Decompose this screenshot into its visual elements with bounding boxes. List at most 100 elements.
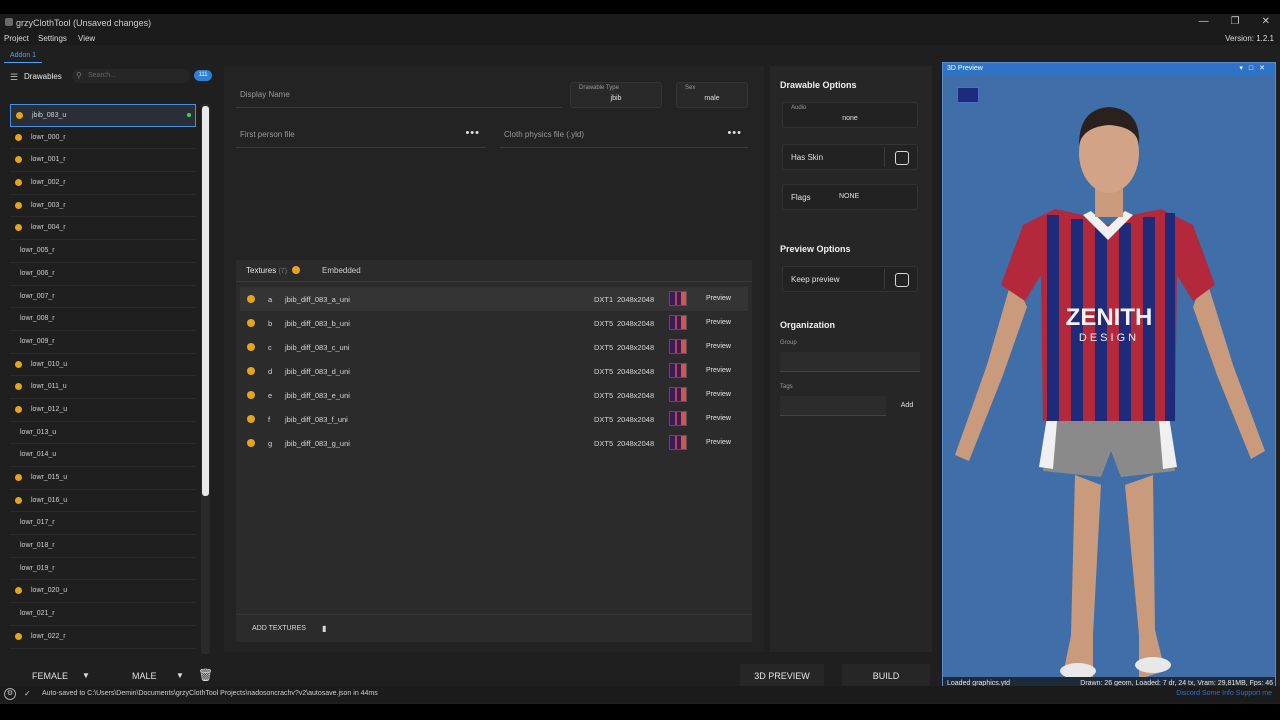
list-item[interactable]: lowr_013_u: [10, 422, 196, 445]
warning-icon: [15, 496, 22, 504]
trash-icon[interactable]: 🗑: [198, 668, 213, 682]
list-item[interactable]: lowr_017_r: [10, 512, 196, 536]
list-item[interactable]: lowr_016_u: [10, 490, 196, 513]
minimize-icon[interactable]: —: [1199, 16, 1209, 27]
drawable-type-select[interactable]: Drawable Type jbib: [570, 82, 662, 108]
preview-window-buttons[interactable]: ▾□✕: [1239, 64, 1271, 72]
audio-value: none: [842, 115, 858, 122]
group-input[interactable]: [780, 352, 920, 372]
first-person-field[interactable]: First person file •••: [236, 122, 486, 148]
list-item[interactable]: lowr_022_r: [10, 626, 196, 649]
scrollbar-thumb[interactable]: [202, 106, 209, 496]
has-skin-toggle[interactable]: Has Skin: [782, 144, 918, 170]
preview-button[interactable]: Preview: [706, 439, 731, 446]
list-item[interactable]: lowr_020_u: [10, 580, 196, 604]
list-item[interactable]: lowr_001_r: [10, 149, 196, 173]
search-input[interactable]: ⚲ Search...: [72, 69, 190, 83]
keep-preview-checkbox[interactable]: [895, 273, 909, 287]
audio-select[interactable]: Audio none: [782, 102, 918, 128]
male-dropdown[interactable]: MALE: [132, 671, 157, 681]
texture-row[interactable]: a jbib_diff_083_a_uni DXT1 2048x2048 Preview: [240, 287, 748, 311]
chevron-down-icon[interactable]: ▼: [176, 671, 184, 680]
texture-thumbnail: [669, 291, 687, 306]
preview-button[interactable]: Preview: [706, 295, 731, 302]
texture-row[interactable]: e jbib_diff_083_e_uni DXT5 2048x2048 Preview: [240, 383, 748, 407]
list-item[interactable]: lowr_021_r: [10, 603, 196, 626]
warning-icon: [247, 367, 255, 375]
list-item[interactable]: lowr_008_r: [10, 308, 196, 331]
list-item[interactable]: lowr_011_u: [10, 376, 196, 399]
sex-select[interactable]: Sex male: [676, 82, 748, 108]
list-item[interactable]: lowr_000_r: [10, 127, 196, 150]
tab-addon-1[interactable]: Addon 1: [4, 50, 43, 63]
status-message: Auto-saved to C:\Users\Demin\Documents\g…: [42, 690, 378, 697]
texture-row[interactable]: b jbib_diff_083_b_uni DXT5 2048x2048 Preview: [240, 311, 748, 335]
preview-button[interactable]: Preview: [706, 415, 731, 422]
drawable-name: lowr_003_r: [31, 201, 66, 209]
texture-letter: b: [268, 319, 273, 328]
footer-links[interactable]: Discord Some Info Support me: [1176, 690, 1272, 697]
preview-button[interactable]: Preview: [706, 391, 731, 398]
list-item[interactable]: lowr_009_r: [10, 331, 196, 354]
tab-textures[interactable]: Textures (7): [246, 266, 287, 275]
warning-icon: [15, 201, 22, 209]
preview-button[interactable]: Preview: [706, 343, 731, 350]
preview-button[interactable]: Preview: [706, 367, 731, 374]
menu-bar: Project Settings View Version: 1.2.1: [0, 31, 1280, 45]
build-button[interactable]: BUILD: [842, 664, 930, 688]
warning-icon: [15, 156, 22, 164]
list-item[interactable]: lowr_005_r: [10, 240, 196, 263]
browse-icon[interactable]: •••: [465, 127, 480, 139]
menu-settings[interactable]: Settings: [38, 34, 67, 43]
tags-input[interactable]: [780, 396, 886, 416]
settings-icon[interactable]: ⚙: [4, 688, 16, 700]
texture-row[interactable]: g jbib_diff_083_g_uni DXT5 2048x2048 Preview: [240, 431, 748, 455]
add-textures-button[interactable]: ADD TEXTURES: [252, 625, 306, 632]
add-tag-button[interactable]: Add: [894, 396, 920, 416]
menu-project[interactable]: Project: [4, 34, 29, 43]
chevron-down-icon[interactable]: ▼: [82, 671, 90, 680]
has-skin-checkbox[interactable]: [895, 151, 909, 165]
list-item[interactable]: lowr_018_r: [10, 535, 196, 558]
tab-embedded[interactable]: Embedded: [322, 266, 361, 275]
list-item[interactable]: lowr_015_u: [10, 467, 196, 490]
list-item[interactable]: lowr_007_r: [10, 286, 196, 309]
list-item[interactable]: lowr_012_u: [10, 399, 196, 422]
drawable-name: lowr_012_u: [31, 405, 68, 413]
3d-preview-window[interactable]: 3D Preview ▾□✕ ZENITH DESIGN Loaded grap…: [942, 62, 1276, 692]
texture-row[interactable]: c jbib_diff_083_c_uni DXT5 2048x2048 Preview: [240, 335, 748, 359]
display-name-field[interactable]: Display Name: [236, 82, 562, 108]
texture-row[interactable]: d jbib_diff_083_d_uni DXT5 2048x2048 Preview: [240, 359, 748, 383]
trash-icon[interactable]: ▮: [322, 624, 326, 633]
preview-button[interactable]: Preview: [706, 319, 731, 326]
3d-preview-button[interactable]: 3D PREVIEW: [740, 664, 824, 688]
list-item[interactable]: lowr_003_r: [10, 195, 196, 218]
warning-icon: [247, 295, 255, 303]
display-name-placeholder: Display Name: [240, 90, 290, 99]
drawable-name: lowr_022_r: [31, 632, 66, 640]
texture-name: jbib_diff_083_a_uni: [285, 295, 350, 304]
female-dropdown[interactable]: FEMALE: [32, 671, 68, 681]
maximize-icon[interactable]: ❐: [1231, 16, 1240, 27]
drawable-options-title: Drawable Options: [780, 80, 857, 90]
flags-select[interactable]: Flags NONE: [782, 184, 918, 210]
browse-icon[interactable]: •••: [727, 127, 742, 139]
texture-letter: c: [268, 343, 272, 352]
drawable-name: lowr_016_u: [31, 496, 68, 504]
drawables-sidebar: ☰ Drawables ⚲ Search... 111 jbib_083_u lo…: [4, 66, 216, 656]
divider: [884, 269, 885, 289]
keep-preview-toggle[interactable]: Keep preview: [782, 266, 918, 292]
cloth-physics-field[interactable]: Cloth physics file (.yld) •••: [500, 122, 748, 148]
menu-view[interactable]: View: [78, 34, 95, 43]
list-item[interactable]: lowr_019_r: [10, 558, 196, 581]
list-item[interactable]: lowr_002_r: [10, 172, 196, 195]
list-item[interactable]: jbib_083_u: [10, 104, 196, 127]
list-item[interactable]: lowr_014_u: [10, 444, 196, 467]
list-item[interactable]: lowr_004_r: [10, 217, 196, 241]
sidebar-scrollbar[interactable]: [201, 104, 210, 654]
list-item[interactable]: lowr_006_r: [10, 263, 196, 286]
close-icon[interactable]: ✕: [1262, 16, 1270, 27]
drawable-name: lowr_010_u: [31, 360, 68, 368]
list-item[interactable]: lowr_010_u: [10, 354, 196, 377]
texture-row[interactable]: f jbib_diff_083_f_uni DXT5 2048x2048 Preview: [240, 407, 748, 431]
